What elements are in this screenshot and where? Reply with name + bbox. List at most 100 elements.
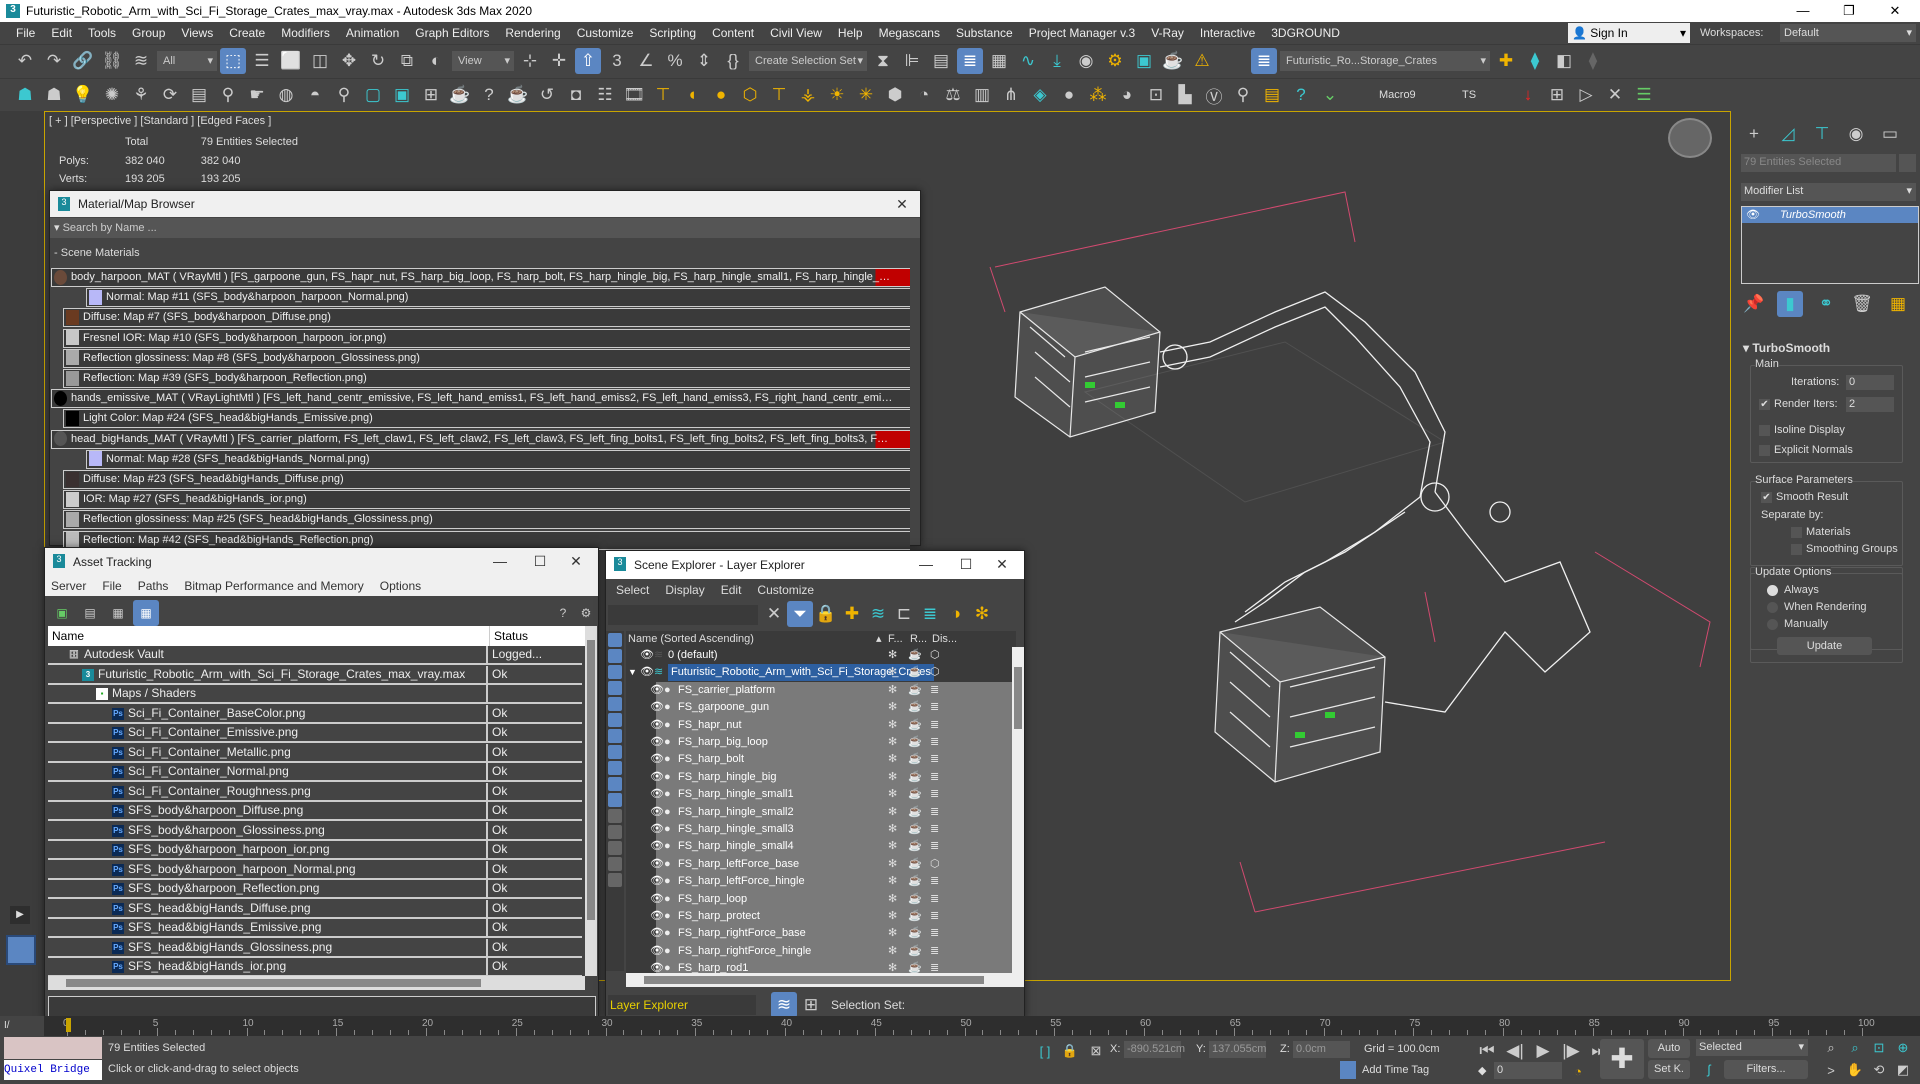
display-mode-icon[interactable]: ≣ <box>930 734 939 751</box>
thumbnail-view-icon[interactable]: ▦ <box>105 600 131 626</box>
minimize-button[interactable]: — <box>1780 0 1826 22</box>
modifier-stack-item[interactable]: 👁 TurboSmooth <box>1742 207 1918 223</box>
asset-menu-options[interactable]: Options <box>380 576 421 596</box>
object-row[interactable]: 👁 ● FS_harp_rod1 ✻ ☕ ≣ <box>626 960 1012 973</box>
object-row[interactable]: 👁 ● FS_harp_protect ✻ ☕ ≣ <box>626 908 1012 926</box>
instancer-icon[interactable]: ▥ <box>969 82 995 108</box>
display-select-all-icon[interactable] <box>608 825 622 839</box>
asset-row[interactable]: Ps SFS_body&harpoon_harpoon_ior.png Ok <box>48 841 582 860</box>
selection-filter-dropdown[interactable]: All <box>157 51 217 71</box>
display-invert-icon[interactable] <box>608 857 622 871</box>
display-mode-icon[interactable]: ≣ <box>930 821 939 838</box>
renderable-teapot-icon[interactable]: ☕ <box>908 664 922 681</box>
renderable-teapot-icon[interactable]: ☕ <box>908 804 922 821</box>
redo-icon[interactable]: ↷ <box>41 48 67 74</box>
maxscript-listener[interactable] <box>4 1037 102 1059</box>
freeze-snowflake-icon[interactable]: ✻ <box>888 769 897 786</box>
vray-bulb-icon[interactable]: 💡 <box>70 82 96 108</box>
display-mode-icon[interactable]: ≣ <box>930 873 939 890</box>
selection-lock-icon[interactable]: 🔒 <box>1057 1038 1083 1064</box>
vray-sun-icon[interactable]: ✺ <box>99 82 125 108</box>
asset-row[interactable]: Ps Sci_Fi_Container_Normal.png Ok <box>48 763 582 782</box>
current-layer-dropdown[interactable]: Futuristic_Ro...Storage_Crates <box>1280 51 1490 71</box>
expand-layouts-icon[interactable]: ▶ <box>10 906 30 924</box>
freeze-snowflake-icon[interactable]: ✻ <box>888 821 897 838</box>
display-helpers-icon[interactable] <box>608 697 622 711</box>
zoom-extents-icon[interactable]: ⊡ <box>1866 1037 1892 1059</box>
explorer-menu-select[interactable]: Select <box>616 579 649 601</box>
display-mode-icon[interactable]: ≣ <box>930 786 939 803</box>
object-visibility-eye-icon[interactable]: 👁 <box>650 804 664 821</box>
object-row[interactable]: 👁 ● FS_harp_leftForce_base ✻ ☕ ⬡ <box>626 855 1012 874</box>
freeze-snowflake-icon[interactable]: ✻ <box>888 751 897 768</box>
expand-chevron-icon[interactable]: ⌄ <box>1317 82 1343 108</box>
light-mesh-icon[interactable]: ⬡ <box>737 82 763 108</box>
z-coordinate-field[interactable]: 0.0cm <box>1293 1041 1350 1058</box>
search-bar[interactable]: ▾ Search by Name ... <box>50 218 920 238</box>
renderable-teapot-icon[interactable]: ☕ <box>908 647 922 664</box>
asset-row[interactable]: Ps SFS_body&harpoon_Diffuse.png Ok <box>48 802 582 821</box>
display-mode-icon[interactable]: ≣ <box>930 943 939 960</box>
renderable-teapot-icon[interactable]: ☕ <box>908 734 922 751</box>
reference-coordinate-dropdown[interactable]: View <box>452 51 514 71</box>
field-of-view-icon[interactable]: > <box>1818 1059 1844 1081</box>
clipper-icon[interactable]: ⚖ <box>940 82 966 108</box>
display-xrefs-icon[interactable] <box>608 745 622 759</box>
vertical-scrollbar[interactable] <box>1012 647 1024 973</box>
lock-icon[interactable]: 🔒 <box>813 601 839 627</box>
orbit-icon[interactable]: ⟲ <box>1866 1059 1892 1081</box>
menu-rendering[interactable]: Rendering <box>497 26 568 40</box>
menu-content[interactable]: Content <box>704 26 762 40</box>
pivot-icon[interactable]: ⊹ <box>517 48 543 74</box>
modify-tab-icon[interactable]: ◿ <box>1775 121 1801 147</box>
minimize-button[interactable]: — <box>482 548 518 574</box>
renderable-teapot-icon[interactable]: ☕ <box>908 856 922 873</box>
scene-materials-group[interactable]: - Scene Materials <box>54 247 140 259</box>
object-visibility-eye-icon[interactable]: 👁 <box>650 943 664 960</box>
layer-mode-icon[interactable]: ≋ <box>771 992 797 1018</box>
object-row[interactable]: 👁 ● FS_harp_hingle_small1 ✻ ☕ ≣ <box>626 786 1012 805</box>
menu-lines-icon[interactable]: ☰ <box>1631 82 1657 108</box>
vault-settings-icon[interactable]: ⚙ <box>573 600 599 626</box>
smooth-result-checkbox[interactable]: ✔ Smooth Result <box>1761 491 1848 503</box>
layer-visibility-eye-icon[interactable]: 👁 <box>640 647 654 664</box>
vray-teapot-icon[interactable]: ☕ <box>447 82 473 108</box>
scale-icon[interactable]: ⧉ <box>394 48 420 74</box>
light-dome-icon[interactable]: ◖ <box>679 82 705 108</box>
display-mode-icon[interactable]: ≣ <box>930 838 939 855</box>
object-row[interactable]: 👁 ● FS_carrier_platform ✻ ☕ ≣ <box>626 681 1012 700</box>
material-row[interactable]: head_bigHands_MAT ( VRayMtl ) [FS_carrie… <box>51 429 910 449</box>
film-icon[interactable]: 🎞 <box>621 82 647 108</box>
grass-icon[interactable]: ⋔ <box>998 82 1024 108</box>
freeze-layer-icon[interactable]: ✻ <box>969 601 995 627</box>
eye-icon[interactable]: 👁 <box>1746 207 1760 223</box>
display-cameras-icon[interactable] <box>608 681 622 695</box>
layer-row[interactable]: ▼ 👁 ≋ Futuristic_Robotic_Arm_with_Sci_Fi_St… <box>626 664 1012 682</box>
modifier-list-dropdown[interactable]: Modifier List ▾ <box>1741 183 1916 201</box>
renderable-teapot-icon[interactable]: ☕ <box>908 873 922 890</box>
freeze-snowflake-icon[interactable]: ✻ <box>888 699 897 716</box>
display-mode-icon[interactable]: ≣ <box>930 908 939 925</box>
vray-vfb-icon[interactable]: ▢ <box>360 82 386 108</box>
renderable-teapot-icon[interactable]: ☕ <box>908 699 922 716</box>
play-animation-icon[interactable]: ▶ <box>1530 1038 1556 1064</box>
object-visibility-eye-icon[interactable]: 👁 <box>650 786 664 803</box>
select-layer-objects-icon[interactable]: ◧ <box>1551 48 1577 74</box>
renderable-teapot-icon[interactable]: ☕ <box>908 908 922 925</box>
vray-frame-buffer-icon[interactable]: ▤ <box>186 82 212 108</box>
object-visibility-eye-icon[interactable]: 👁 <box>650 699 664 716</box>
renderable-teapot-icon[interactable]: ☕ <box>908 717 922 734</box>
proxy-icon[interactable]: ⬢ <box>882 82 908 108</box>
display-groups-icon[interactable] <box>608 729 622 743</box>
column-name[interactable]: Name <box>52 626 84 646</box>
fur-icon[interactable]: ◔ <box>911 82 937 108</box>
display-mode-icon[interactable]: ≣ <box>930 769 939 786</box>
display-mode-icon[interactable]: ≣ <box>930 925 939 942</box>
hide-layer-icon[interactable]: ◑ <box>943 601 969 627</box>
renderable-teapot-icon[interactable]: ☕ <box>908 960 922 973</box>
ts-button[interactable]: TS <box>1462 89 1512 101</box>
absolute-mode-icon[interactable]: ⊠ <box>1083 1038 1109 1064</box>
asset-row[interactable]: Ps SFS_head&bigHands_Diffuse.png Ok <box>48 899 582 919</box>
menu-modifiers[interactable]: Modifiers <box>273 26 338 40</box>
explorer-menu-customize[interactable]: Customize <box>757 579 814 601</box>
